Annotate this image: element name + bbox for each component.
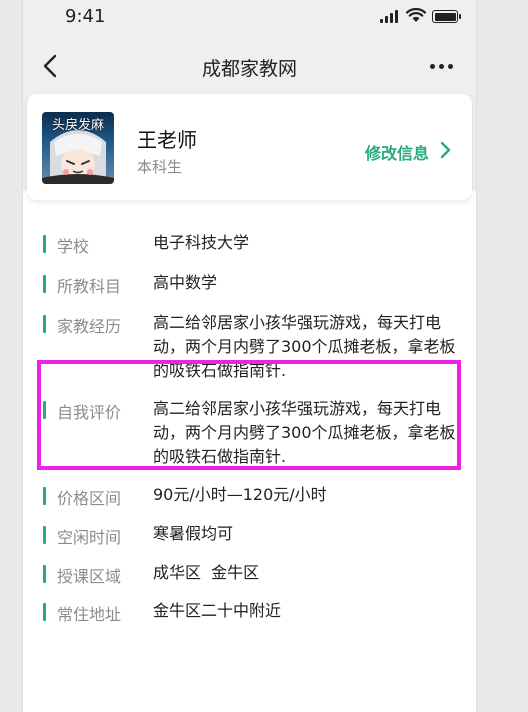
accent-bar [43, 275, 46, 293]
teacher-degree: 本科生 [137, 158, 183, 176]
info-value: 高中数学 [153, 273, 218, 292]
accent-bar [43, 526, 46, 544]
profile-card: 头戾发麻 王老师 本科生 修改信息 [27, 94, 472, 200]
info-label: 学校 [57, 237, 90, 256]
accent-bar [43, 603, 46, 621]
info-label: 常住地址 [57, 605, 122, 624]
info-value: 90元/小时—120元/小时 [153, 485, 327, 504]
info-label: 所教科目 [57, 277, 122, 296]
info-value: 电子科技大学 [153, 233, 250, 252]
accent-bar [43, 565, 46, 583]
accent-bar [43, 235, 46, 253]
info-label: 授课区域 [57, 567, 122, 586]
page-title: 成都家教网 [201, 58, 297, 80]
status-time: 9:41 [65, 6, 106, 27]
info-value: 金牛区二十中附近 [153, 601, 282, 620]
info-label: 价格区间 [57, 489, 122, 508]
cellular-signal-icon [380, 10, 400, 23]
avatar-caption: 头戾发麻 [51, 118, 104, 133]
info-value: 成华区 金牛区 [153, 563, 260, 582]
battery-icon [432, 10, 461, 23]
accent-bar [43, 315, 46, 333]
phone-screen: 9:41 成都家教网 头戾发麻 王老师 本科生 修改信息 学校 电子科技大学 所… [22, 0, 477, 712]
edit-info-button[interactable]: 修改信息 [365, 140, 429, 164]
info-value: 寒暑假均可 [153, 524, 234, 543]
status-bar: 9:41 [23, 0, 476, 36]
highlight-box [37, 360, 461, 470]
accent-bar [43, 487, 46, 505]
navigation-bar: 成都家教网 [23, 40, 476, 92]
wifi-icon [406, 8, 426, 22]
teacher-name: 王老师 [137, 128, 197, 152]
chevron-right-icon[interactable] [439, 141, 453, 159]
avatar[interactable]: 头戾发麻 [42, 112, 114, 184]
info-label: 空闲时间 [57, 528, 122, 547]
more-options-icon[interactable] [427, 64, 455, 70]
info-label: 家教经历 [57, 317, 122, 336]
